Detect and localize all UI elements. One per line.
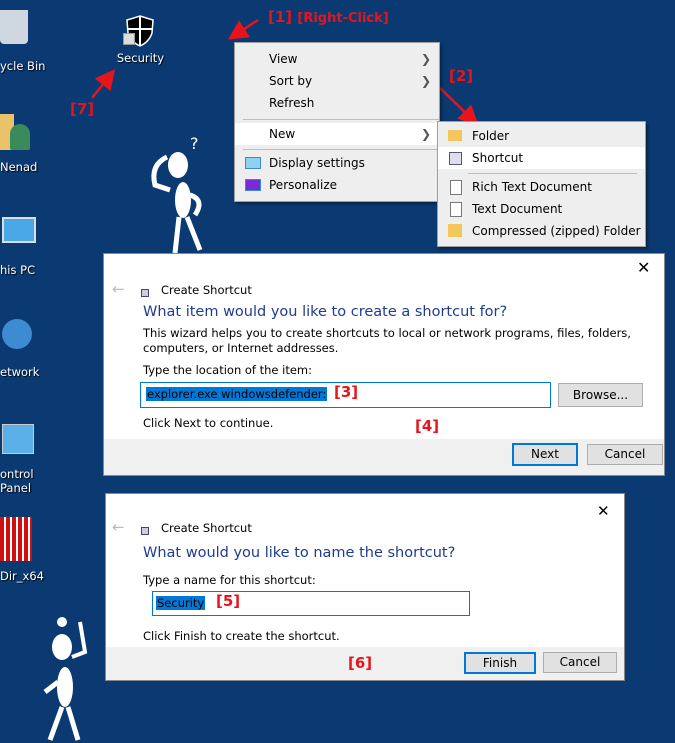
- submenu-item-folder[interactable]: Folder: [438, 125, 645, 147]
- dialog-title: Create Shortcut: [161, 521, 252, 535]
- menu-item-personalize[interactable]: Personalize: [235, 174, 439, 196]
- dialog-heading: What would you like to name the shortcut…: [143, 545, 456, 561]
- shortcut-icon: [141, 527, 149, 535]
- dialog-hint: Click Finish to create the shortcut.: [143, 629, 340, 643]
- next-button[interactable]: Next: [512, 443, 578, 466]
- menu-item-refresh[interactable]: Refresh: [235, 92, 439, 114]
- menu-separator: [468, 173, 637, 174]
- close-icon[interactable]: ✕: [597, 502, 610, 520]
- browse-button[interactable]: Browse...: [558, 383, 643, 407]
- cancel-button[interactable]: Cancel: [543, 652, 617, 673]
- desktop-context-menu: View ❯ Sort by ❯ Refresh New ❯ Display sett…: [234, 42, 440, 202]
- cancel-button[interactable]: Cancel: [587, 444, 663, 465]
- menu-item-new[interactable]: New ❯: [235, 123, 439, 145]
- annotation-step5: [5]: [216, 592, 241, 610]
- zip-folder-icon: [448, 224, 462, 237]
- menu-separator: [243, 119, 439, 120]
- dialog-footer: [104, 439, 664, 475]
- idea-figure-illustration: [43, 617, 88, 741]
- close-icon[interactable]: ✕: [637, 258, 650, 277]
- shortcut-icon: [449, 152, 462, 165]
- menu-item-sort-by[interactable]: Sort by ❯: [235, 70, 439, 92]
- submenu-item-shortcut[interactable]: Shortcut: [438, 147, 645, 169]
- menu-item-view[interactable]: View ❯: [235, 48, 439, 70]
- folder-icon: [448, 130, 462, 141]
- location-label: Type the location of the item:: [143, 363, 313, 377]
- svg-text:?: ?: [190, 135, 199, 153]
- shortcut-name-input[interactable]: Security: [152, 591, 470, 616]
- back-arrow-icon[interactable]: ←: [112, 280, 125, 298]
- name-input-value: Security: [156, 596, 206, 610]
- finish-button[interactable]: Finish: [464, 652, 536, 674]
- annotation-step6: [6]: [348, 654, 373, 672]
- menu-separator: [243, 149, 439, 150]
- dialog-heading: What item would you like to create a sho…: [143, 304, 508, 320]
- dialog-description: This wizard helps you to create shortcut…: [143, 326, 631, 355]
- name-label: Type a name for this shortcut:: [143, 573, 316, 587]
- personalize-icon: [245, 179, 261, 191]
- shortcut-icon: [141, 289, 149, 297]
- display-icon: [245, 157, 261, 169]
- dialog-hint: Click Next to continue.: [143, 416, 274, 430]
- submenu-item-rtf[interactable]: Rich Text Document: [438, 176, 645, 198]
- location-input-value: explorer.exe windowsdefender:: [146, 387, 328, 401]
- annotation-step3: [3]: [334, 383, 359, 401]
- document-icon: [450, 202, 462, 217]
- submenu-item-zip[interactable]: Compressed (zipped) Folder: [438, 220, 645, 242]
- chevron-right-icon: ❯: [420, 127, 431, 141]
- create-shortcut-dialog-location: ✕ ← Create Shortcut What item would you …: [103, 253, 665, 476]
- annotation-step4: [4]: [415, 417, 440, 435]
- submenu-item-text[interactable]: Text Document: [438, 198, 645, 220]
- menu-item-display-settings[interactable]: Display settings: [235, 152, 439, 174]
- chevron-right-icon: ❯: [420, 52, 431, 66]
- document-icon: [450, 180, 462, 195]
- back-arrow-icon[interactable]: ←: [112, 518, 125, 536]
- new-submenu: Folder Shortcut Rich Text Document Text …: [437, 121, 646, 247]
- thinking-figure-illustration: ?: [151, 135, 203, 254]
- dialog-title: Create Shortcut: [161, 283, 252, 297]
- create-shortcut-dialog-name: ✕ ← Create Shortcut What would you like …: [105, 493, 625, 681]
- chevron-right-icon: ❯: [420, 74, 431, 88]
